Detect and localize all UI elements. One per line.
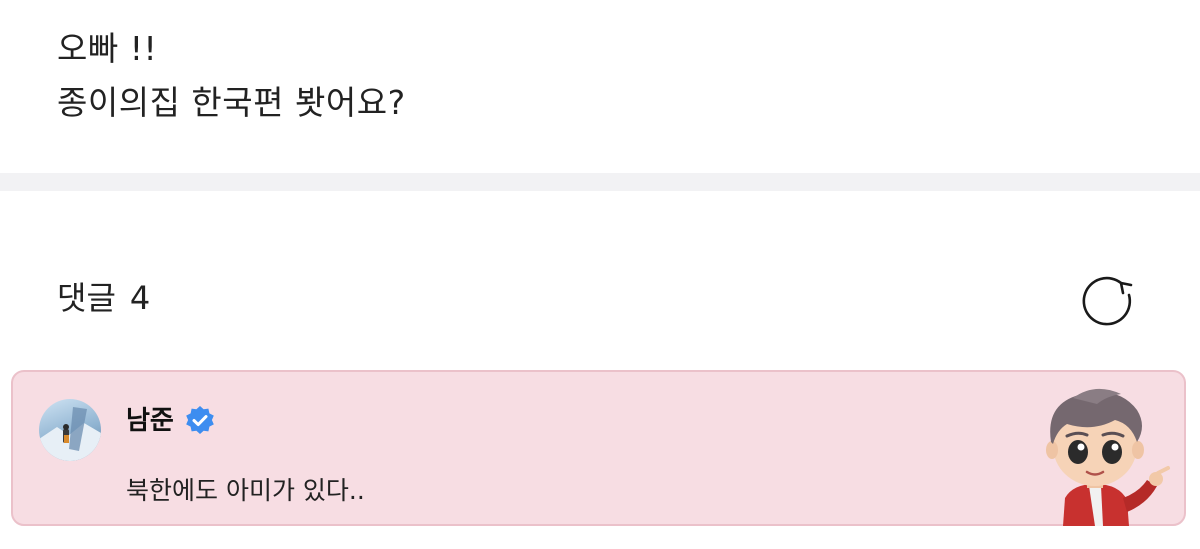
comments-title: 댓글 <box>57 279 116 317</box>
comment-author-row: 남준 <box>126 403 216 439</box>
section-divider <box>0 173 1200 191</box>
avatar[interactable] <box>39 399 101 461</box>
refresh-button[interactable] <box>1076 272 1136 326</box>
comments-count: 4 <box>129 279 151 317</box>
post-body: 오빠 !! 종이의집 한국편 봣어요? <box>57 22 406 130</box>
comment-card: 남준 북한에도 아미가 있다.. <box>11 370 1186 526</box>
post-line: 종이의집 한국편 봣어요? <box>57 83 406 122</box>
comments-header: 댓글 4 <box>57 276 150 320</box>
character-sticker-image <box>1046 388 1170 526</box>
post-line: 오빠 !! <box>57 29 158 68</box>
refresh-icon <box>1082 276 1133 326</box>
verified-badge-icon <box>186 406 214 434</box>
comment-text: 북한에도 아미가 있다.. <box>126 476 365 505</box>
avatar-photo <box>39 407 101 461</box>
comment-author-name[interactable]: 남준 <box>126 403 174 439</box>
